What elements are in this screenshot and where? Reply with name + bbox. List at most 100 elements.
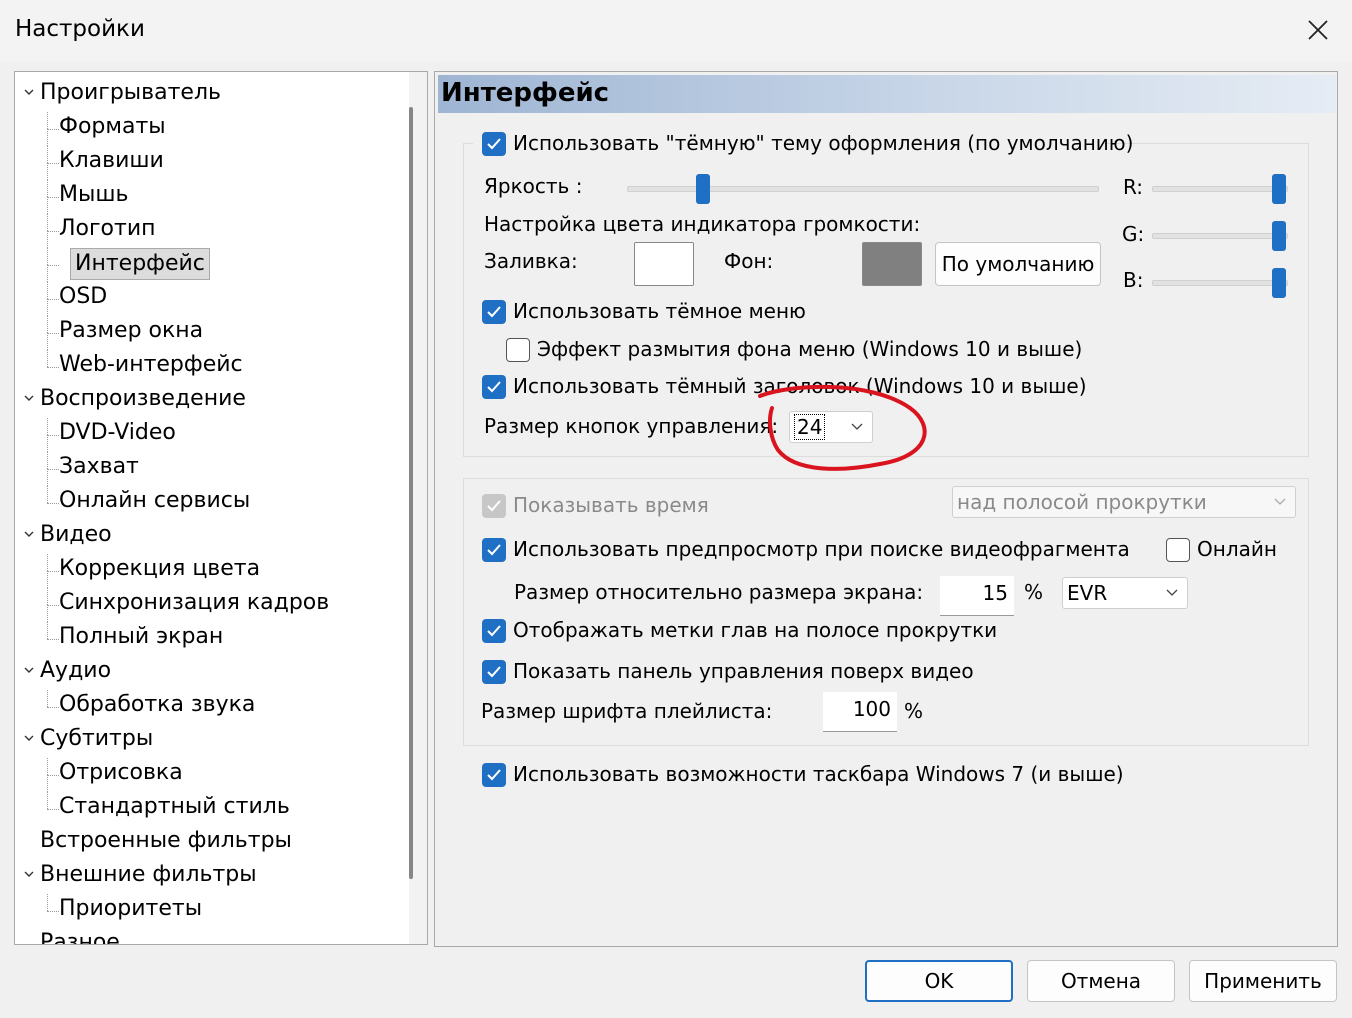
tree-connector xyxy=(47,911,59,912)
tree-item[interactable]: Обработка звука xyxy=(59,690,255,720)
tree-connector xyxy=(47,775,59,776)
tree-item[interactable]: Мышь xyxy=(59,180,128,210)
tree-item[interactable]: Проигрыватель xyxy=(40,78,221,108)
r-slider-track[interactable] xyxy=(1152,186,1288,192)
bg-color-swatch[interactable] xyxy=(862,242,922,286)
checkmark-icon xyxy=(487,500,501,512)
dark-menu-checkbox[interactable] xyxy=(482,300,506,324)
tree-item[interactable]: Коррекция цвета xyxy=(59,554,260,584)
tree-item[interactable]: Интерфейс xyxy=(70,248,210,280)
tree-connector xyxy=(47,333,59,334)
apply-button[interactable]: Применить xyxy=(1189,960,1337,1002)
g-slider-thumb[interactable] xyxy=(1272,221,1286,251)
dark-title-checkbox[interactable] xyxy=(482,375,506,399)
tree-connector xyxy=(47,503,59,504)
default-colors-button[interactable]: По умолчанию xyxy=(935,242,1101,286)
tree-item[interactable]: Логотип xyxy=(59,214,156,244)
checkmark-icon xyxy=(487,666,501,678)
tree-connector xyxy=(47,809,59,810)
playlist-font-input[interactable]: 100 xyxy=(823,692,897,732)
checkmark-icon xyxy=(487,138,501,150)
playlist-font-percent: % xyxy=(904,699,924,723)
tree-connector xyxy=(47,469,48,486)
blur-menu-label: Эффект размытия фона меню (Windows 10 и … xyxy=(537,337,1083,361)
chevron-down-icon[interactable] xyxy=(23,732,35,748)
tree-item[interactable]: Клавиши xyxy=(59,146,164,176)
checkmark-icon xyxy=(487,625,501,637)
tree-item[interactable]: Форматы xyxy=(59,112,166,142)
dark-theme-checkbox[interactable] xyxy=(482,132,506,156)
tree-item[interactable]: Полный экран xyxy=(59,622,223,652)
tree-connector xyxy=(47,588,48,605)
chevron-down-icon[interactable] xyxy=(23,664,35,680)
tree-item[interactable]: Субтитры xyxy=(40,724,153,754)
renderer-dropdown[interactable]: EVR xyxy=(1062,577,1188,609)
chevron-down-icon xyxy=(1165,578,1179,616)
settings-tree[interactable]: Проигрыватель Форматы Клавиши Мышь Логотип Ин… xyxy=(14,71,428,945)
tree-item[interactable]: Воспроизведение xyxy=(40,384,246,414)
cancel-button[interactable]: Отмена xyxy=(1027,960,1175,1002)
tree-item[interactable]: Захват xyxy=(59,452,139,482)
online-checkbox[interactable] xyxy=(1166,538,1190,562)
blur-menu-checkbox[interactable] xyxy=(506,338,530,362)
tree-connector xyxy=(47,146,48,163)
r-slider-thumb[interactable] xyxy=(1272,174,1286,204)
tree-item[interactable]: Встроенные фильтры xyxy=(40,826,292,856)
online-label: Онлайн xyxy=(1197,537,1277,561)
tree-connector xyxy=(47,775,48,792)
checkmark-icon xyxy=(487,769,501,781)
tree-item[interactable]: Стандартный стиль xyxy=(59,792,290,822)
chevron-down-icon[interactable] xyxy=(23,528,35,544)
tree-connector xyxy=(47,197,59,198)
volume-color-label: Настройка цвета индикатора громкости: xyxy=(484,212,921,236)
time-position-dropdown[interactable]: над полосой прокрутки xyxy=(952,486,1296,518)
tree-connector xyxy=(47,469,59,470)
tree-item[interactable]: Web-интерфейс xyxy=(59,350,243,380)
tree-item[interactable]: Разное xyxy=(40,928,120,944)
tree-connector xyxy=(47,486,48,503)
tree-connector xyxy=(47,299,59,300)
preview-size-input[interactable]: 15 xyxy=(940,576,1014,616)
taskbar-checkbox[interactable] xyxy=(482,763,506,787)
tree-connector xyxy=(47,129,59,130)
b-slider-track[interactable] xyxy=(1152,280,1288,286)
tree-connector xyxy=(47,231,59,232)
chapter-marks-checkbox[interactable] xyxy=(482,619,506,643)
tree-item[interactable]: Аудио xyxy=(40,656,111,686)
chevron-down-icon[interactable] xyxy=(23,868,35,884)
b-label: B: xyxy=(1123,268,1144,292)
checkmark-icon xyxy=(487,381,501,393)
tree-item[interactable]: Видео xyxy=(40,520,112,550)
tree-item[interactable]: Отрисовка xyxy=(59,758,183,788)
tree-item[interactable]: Онлайн сервисы xyxy=(59,486,250,516)
preview-checkbox[interactable] xyxy=(482,538,506,562)
chevron-down-icon[interactable] xyxy=(23,392,35,408)
overlay-panel-checkbox[interactable] xyxy=(482,660,506,684)
close-button[interactable] xyxy=(1296,10,1340,50)
tree-connector xyxy=(47,197,48,214)
tree-connector xyxy=(47,452,48,469)
tree-item[interactable]: OSD xyxy=(59,282,107,312)
ok-button[interactable]: OK xyxy=(865,960,1013,1002)
tree-connector xyxy=(47,690,48,707)
tree-item[interactable]: Синхронизация кадров xyxy=(59,588,329,618)
tree-item[interactable]: Приоритеты xyxy=(59,894,202,924)
show-time-checkbox[interactable] xyxy=(482,494,506,518)
tree-connector xyxy=(47,248,48,265)
tree-connector xyxy=(47,231,48,248)
chevron-down-icon[interactable] xyxy=(23,86,35,102)
tree-connector xyxy=(47,333,48,350)
g-slider-track[interactable] xyxy=(1152,233,1288,239)
tree-item[interactable]: Размер окна xyxy=(59,316,203,346)
fill-color-swatch[interactable] xyxy=(634,242,694,286)
show-time-label: Показывать время xyxy=(513,493,709,517)
annotation-circle-icon xyxy=(758,384,927,471)
brightness-slider-thumb[interactable] xyxy=(696,174,710,204)
tree-connector xyxy=(47,571,59,572)
tree-scrollbar-thumb[interactable] xyxy=(409,107,413,879)
tree-item[interactable]: Внешние фильтры xyxy=(40,860,257,890)
tree-item[interactable]: DVD-Video xyxy=(59,418,176,448)
b-slider-thumb[interactable] xyxy=(1272,268,1286,298)
tree-connector xyxy=(47,163,48,180)
bg-label: Фон: xyxy=(724,249,774,273)
